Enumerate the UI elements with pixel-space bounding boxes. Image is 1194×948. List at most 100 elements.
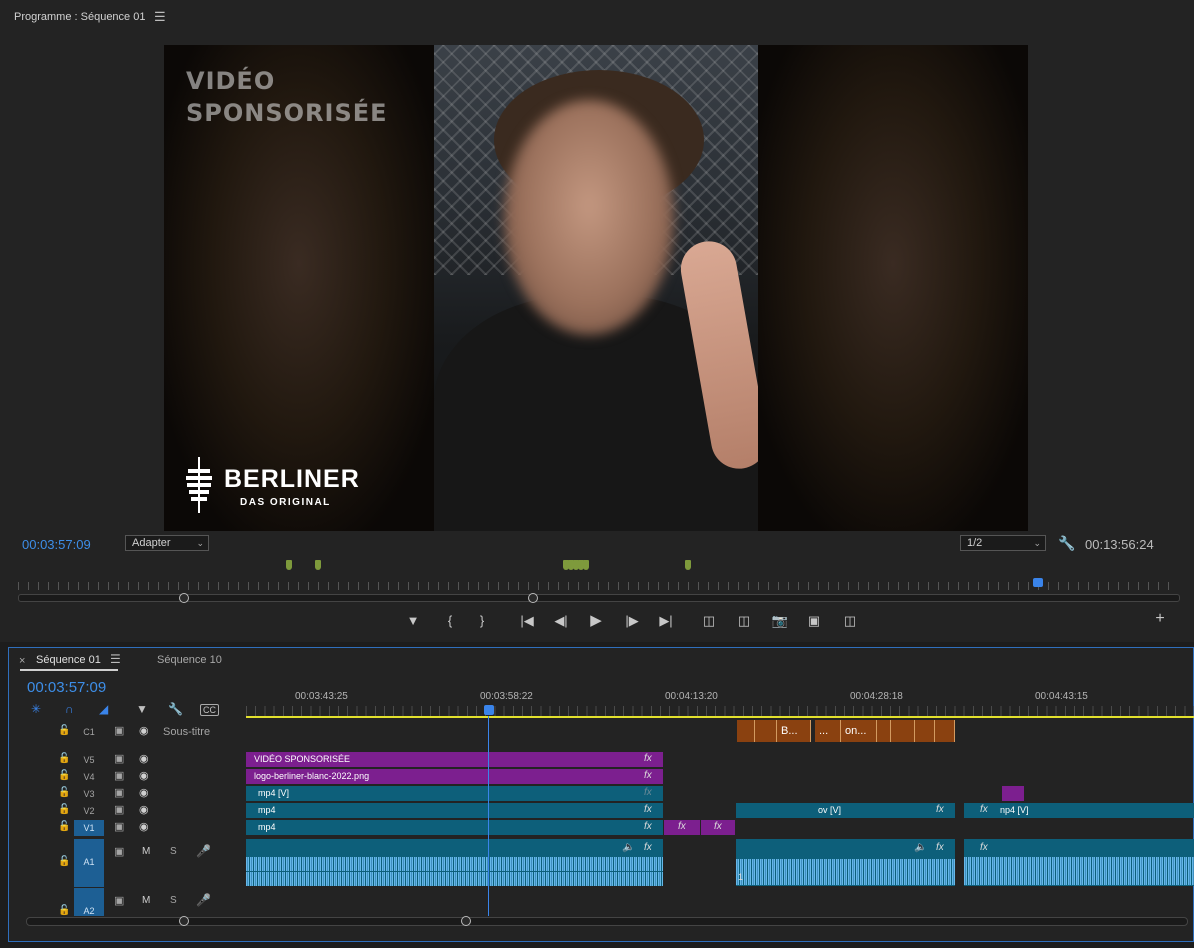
sync-lock-icon[interactable]: ▣ <box>114 845 124 858</box>
camera-icon[interactable]: ▣ <box>114 769 124 782</box>
lock-icon[interactable]: 🔓 <box>58 787 70 798</box>
track-header-v3[interactable]: 🔓 V3 ▣ ◉ <box>38 786 246 802</box>
track-name-targeted[interactable]: A1 <box>74 839 104 887</box>
video-clip[interactable]: mp4 <box>246 803 663 818</box>
camera-icon[interactable]: ▣ <box>114 803 124 816</box>
zoom-scroll-handle-right[interactable] <box>528 593 538 603</box>
extract-icon[interactable]: ◫ <box>734 613 754 629</box>
tab-sequence-10[interactable]: Séquence 10 <box>157 654 222 666</box>
mark-out-icon[interactable]: } <box>472 613 492 628</box>
close-tab-icon[interactable]: × <box>19 655 25 667</box>
title-clip[interactable]: VIDÉO SPONSORISÉE <box>246 752 663 767</box>
timeline-time-ruler[interactable] <box>246 706 1194 716</box>
caption-clip[interactable]: ... <box>815 720 841 742</box>
step-back-icon[interactable]: ◀| <box>551 613 571 629</box>
panel-menu-icon[interactable]: ☰ <box>154 9 166 25</box>
caption-clip[interactable]: on... <box>841 720 877 742</box>
comparison-view-icon[interactable]: ▣ <box>804 613 824 629</box>
add-marker-select-icon[interactable]: ◢ <box>99 702 108 716</box>
mute-button[interactable]: M <box>142 846 150 857</box>
camera-icon[interactable]: ▣ <box>114 752 124 765</box>
caption-clip[interactable] <box>891 720 915 742</box>
marker-icon[interactable]: ▼ <box>403 613 423 628</box>
eye-icon[interactable]: ◉ <box>139 724 149 737</box>
sync-lock-icon[interactable]: ▣ <box>114 894 124 907</box>
lock-icon[interactable]: 🔓 <box>58 856 70 867</box>
microphone-icon[interactable]: 🎤 <box>196 844 211 858</box>
timeline-settings-wrench-icon[interactable]: 🔧 <box>168 702 183 716</box>
track-header-c1[interactable]: 🔓 C1 ▣ ◉ Sous-titre <box>38 724 246 744</box>
mute-button[interactable]: M <box>142 895 150 906</box>
zoom-fit-select[interactable]: Adapter ⌄ <box>125 535 209 551</box>
go-to-out-icon[interactable]: ▶| <box>656 613 676 629</box>
audio-clip[interactable] <box>246 839 663 886</box>
video-clip[interactable]: mp4 [V] <box>246 786 663 801</box>
export-frame-icon[interactable]: 📷 <box>770 613 790 629</box>
eye-icon[interactable]: ◉ <box>139 752 149 765</box>
solo-button[interactable]: S <box>170 846 177 857</box>
sequence-marker[interactable] <box>685 560 691 570</box>
snap-icon[interactable]: ✳ <box>31 702 41 716</box>
play-icon[interactable]: ▶ <box>586 611 606 629</box>
playback-resolution-select[interactable]: 1/2 ⌄ <box>960 535 1046 551</box>
sequence-marker[interactable] <box>315 560 321 570</box>
wrench-icon[interactable]: 🔧 <box>1058 535 1075 552</box>
eye-icon[interactable]: ◉ <box>139 786 149 799</box>
track-header-v2[interactable]: 🔓 V2 ▣ ◉ <box>38 803 246 819</box>
linked-selection-icon[interactable]: ∩ <box>65 702 74 716</box>
lock-icon[interactable]: 🔓 <box>58 770 70 781</box>
lock-icon[interactable]: 🔓 <box>58 905 70 916</box>
tab-sequence-01[interactable]: Séquence 01 <box>36 654 101 666</box>
video-clip[interactable]: ov [V] <box>736 803 955 818</box>
program-playhead[interactable] <box>1033 578 1043 587</box>
caption-clip[interactable] <box>935 720 955 742</box>
add-button-icon[interactable]: + <box>1150 610 1170 628</box>
video-clip[interactable]: np4 [V] <box>964 803 1194 818</box>
program-time-ruler[interactable] <box>18 582 1178 590</box>
timeline-scroll-handle-left[interactable] <box>179 916 189 926</box>
lock-icon[interactable]: 🔓 <box>58 821 70 832</box>
video-clip[interactable] <box>1002 786 1024 801</box>
timeline-timecode[interactable]: 00:03:57:09 <box>27 679 106 696</box>
caption-clip[interactable] <box>915 720 935 742</box>
go-to-in-icon[interactable]: |◀ <box>517 613 537 629</box>
caption-clip[interactable] <box>737 720 755 742</box>
add-marker-icon[interactable]: ▼ <box>136 702 148 716</box>
proxy-toggle-icon[interactable]: ◫ <box>840 613 860 629</box>
video-clip[interactable]: mp4 <box>246 820 663 835</box>
eye-icon[interactable]: ◉ <box>139 820 149 833</box>
step-forward-icon[interactable]: |▶ <box>622 613 642 629</box>
sequence-marker[interactable] <box>583 560 589 570</box>
timeline-scroll-handle-right[interactable] <box>461 916 471 926</box>
sequence-marker[interactable] <box>286 560 292 570</box>
timeline-playhead-handle[interactable] <box>484 705 494 715</box>
caption-clip[interactable] <box>877 720 891 742</box>
track-name-targeted[interactable]: V1 <box>74 820 104 836</box>
panel-menu-icon[interactable]: ☰ <box>110 652 121 666</box>
mark-in-icon[interactable]: { <box>440 613 460 628</box>
microphone-icon[interactable]: 🎤 <box>196 893 211 907</box>
track-header-a2[interactable]: 🔓 A2 ▣ M S 🎤 <box>38 888 246 916</box>
track-header-v4[interactable]: 🔓 V4 ▣ ◉ <box>38 769 246 785</box>
camera-icon[interactable]: ▣ <box>114 820 124 833</box>
camera-icon[interactable]: ▣ <box>114 724 124 737</box>
eye-icon[interactable]: ◉ <box>139 769 149 782</box>
track-header-v5[interactable]: 🔓 V5 ▣ ◉ <box>38 752 246 768</box>
caption-clip[interactable] <box>755 720 777 742</box>
timeline-zoom-scrollbar[interactable] <box>26 917 1188 926</box>
camera-icon[interactable]: ▣ <box>114 786 124 799</box>
work-area-bar[interactable] <box>246 716 1194 718</box>
zoom-scroll-handle-left[interactable] <box>179 593 189 603</box>
lift-icon[interactable]: ◫ <box>699 613 719 629</box>
track-name-targeted[interactable]: A2 <box>74 888 104 916</box>
lock-icon[interactable]: 🔓 <box>58 753 70 764</box>
audio-clip[interactable] <box>964 839 1194 886</box>
captions-icon[interactable]: CC <box>200 704 219 716</box>
logo-image-clip[interactable]: logo-berliner-blanc-2022.png <box>246 769 663 784</box>
track-header-v1[interactable]: 🔓 V1 ▣ ◉ <box>38 820 246 836</box>
eye-icon[interactable]: ◉ <box>139 803 149 816</box>
lock-icon[interactable]: 🔓 <box>58 725 70 736</box>
solo-button[interactable]: S <box>170 895 177 906</box>
track-header-a1[interactable]: 🔓 A1 ▣ M S 🎤 <box>38 839 246 887</box>
program-panel-title[interactable]: Programme : Séquence 01 <box>14 11 145 23</box>
